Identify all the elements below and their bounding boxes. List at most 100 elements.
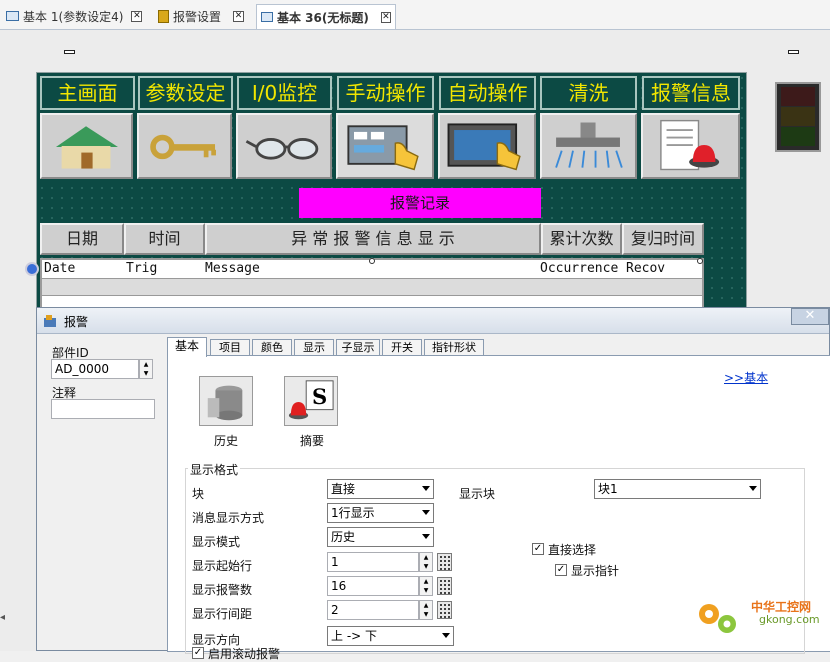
resize-handle[interactable] (369, 258, 375, 264)
tab-basic[interactable]: 基本 (167, 337, 207, 357)
tab-switch[interactable]: 开关 (382, 339, 422, 356)
nav-io-monitor[interactable]: I/0监控 (237, 76, 332, 110)
keypad-icon[interactable] (437, 601, 452, 619)
nav-parameter-settings[interactable]: 参数设定 (138, 76, 233, 110)
header-message: 异 常 报 警 信 息 显 示 (205, 223, 541, 255)
document-tab-strip: 基本 1(参数设定4) ✕ 报警设置 ✕ 基本 36(无标题) ✕ (0, 0, 830, 30)
scroll-alarm-checkbox[interactable]: ✓ (192, 647, 204, 659)
alarm-dialog-icon (44, 315, 56, 327)
direct-select-label: 直接选择 (548, 543, 597, 557)
doc-tab-basic-1[interactable]: 基本 1(参数设定4) ✕ (2, 4, 146, 28)
start-row-spinner[interactable]: ▲ ▼ (419, 552, 433, 572)
chevron-down-icon (422, 534, 430, 539)
chevron-down-icon (749, 486, 757, 491)
alarm-table[interactable]: Date Trig Message Occurrence Recov (40, 258, 704, 310)
alarm-count-spinner[interactable]: ▲ ▼ (419, 576, 433, 596)
touch-screen-icon[interactable] (438, 113, 536, 179)
scroll-left-icon[interactable]: ◂ (0, 612, 10, 628)
resize-handle[interactable] (697, 258, 703, 264)
alarm-count-field[interactable]: 16 (327, 576, 419, 596)
keypad-icon[interactable] (437, 577, 452, 595)
lamp-red (781, 87, 815, 106)
block-select[interactable]: 直接 (327, 479, 434, 499)
hand-panel-icon[interactable] (336, 113, 434, 179)
chevron-down-icon (422, 510, 430, 515)
spray-icon[interactable] (540, 113, 637, 179)
nav-main-screen[interactable]: 主画面 (40, 76, 135, 110)
screen-icon (261, 12, 273, 22)
chevron-down-icon (422, 486, 430, 491)
part-anchor-icon[interactable] (25, 262, 39, 276)
display-mode-select[interactable]: 历史 (327, 527, 434, 547)
alarm-count-label: 显示报警数 (192, 583, 253, 597)
direction-select[interactable]: 上 -> 下 (327, 626, 454, 646)
display-mode-label: 显示模式 (192, 535, 241, 549)
display-block-label: 显示块 (459, 487, 496, 501)
row-divider (42, 295, 702, 296)
block-label: 块 (192, 487, 205, 501)
show-pointer-checkbox[interactable]: ✓ (555, 564, 567, 576)
part-info-panel: 部件ID AD_0000 ▲ ▼ 注释 (47, 344, 157, 644)
doc-tab-basic-36[interactable]: 基本 36(无标题) ✕ (256, 4, 396, 29)
screen-icon (6, 11, 19, 21)
keypad-icon[interactable] (437, 553, 452, 571)
column-recov: Recov (626, 261, 666, 276)
close-icon[interactable]: ✕ (233, 10, 245, 22)
row-gap-field[interactable]: 2 (327, 600, 419, 620)
dialog-titlebar[interactable]: 报警 ✕ (37, 308, 829, 334)
status-lamp (775, 82, 821, 152)
tab-items[interactable]: 项目 (210, 339, 250, 356)
glasses-icon[interactable] (236, 113, 332, 179)
header-occurrence: 累计次数 (541, 223, 622, 255)
alarm-icon (158, 9, 169, 23)
header-recovery: 复归时间 (622, 223, 704, 255)
watermark: 中华工控网 gkong.com (693, 598, 827, 638)
nav-manual-operation[interactable]: 手动操作 (337, 76, 434, 110)
tab-sub-display[interactable]: 子显示 (336, 339, 380, 356)
minimize-icon[interactable] (788, 50, 799, 54)
start-row-label: 显示起始行 (192, 559, 253, 573)
minimize-icon[interactable] (64, 50, 75, 54)
house-icon[interactable] (40, 113, 133, 179)
column-message: Message (205, 261, 260, 276)
nav-auto-operation[interactable]: 自动操作 (439, 76, 536, 110)
gear-icon (699, 604, 736, 633)
header-time: 时间 (124, 223, 205, 255)
history-label: 历史 (214, 434, 239, 448)
key-icon[interactable] (137, 113, 232, 179)
row-gap-label: 显示行间距 (192, 607, 253, 621)
dialog-title: 报警 (64, 315, 89, 329)
group-title: 显示格式 (188, 461, 241, 478)
chevron-down-icon (442, 633, 450, 638)
direct-select-checkbox[interactable]: ✓ (532, 543, 544, 555)
msg-mode-label: 消息显示方式 (192, 511, 265, 525)
close-button[interactable]: ✕ (791, 308, 829, 325)
table-row (42, 279, 702, 295)
report-alarm-icon[interactable] (641, 113, 740, 179)
basic-link[interactable]: >>基本 (724, 369, 768, 386)
watermark-sub: gkong.com (759, 613, 820, 626)
tab-display[interactable]: 显示 (294, 339, 334, 356)
column-occurrence: Occurrence (540, 261, 619, 276)
doc-tab-alarm-settings[interactable]: 报警设置 ✕ (154, 4, 248, 28)
nav-alarm-info[interactable]: 报警信息 (642, 76, 740, 110)
start-row-field[interactable]: 1 (327, 552, 419, 572)
part-id-field[interactable]: AD_0000 (51, 359, 139, 379)
property-tabs: 基本 项目 颜色 显示 子显示 开关 指针形状 (167, 337, 830, 357)
tab-color[interactable]: 颜色 (252, 339, 292, 356)
row-gap-spinner[interactable]: ▲ ▼ (419, 600, 433, 620)
lamp-yellow (781, 107, 815, 126)
msg-mode-select[interactable]: 1行显示 (327, 503, 434, 523)
summary-label: 摘要 (300, 434, 325, 448)
tab-pointer-shape[interactable]: 指针形状 (424, 339, 484, 356)
history-icon[interactable] (199, 376, 253, 426)
part-id-spinner[interactable]: ▲ ▼ (139, 359, 153, 379)
close-icon[interactable]: ✕ (131, 10, 143, 22)
note-field[interactable] (51, 399, 155, 419)
nav-cleaning[interactable]: 清洗 (540, 76, 637, 110)
column-date: Date (44, 261, 76, 276)
summary-icon[interactable]: S (284, 376, 338, 426)
column-trig: Trig (126, 261, 158, 276)
close-icon[interactable]: ✕ (380, 11, 391, 23)
display-block-select[interactable]: 块1 (594, 479, 761, 499)
